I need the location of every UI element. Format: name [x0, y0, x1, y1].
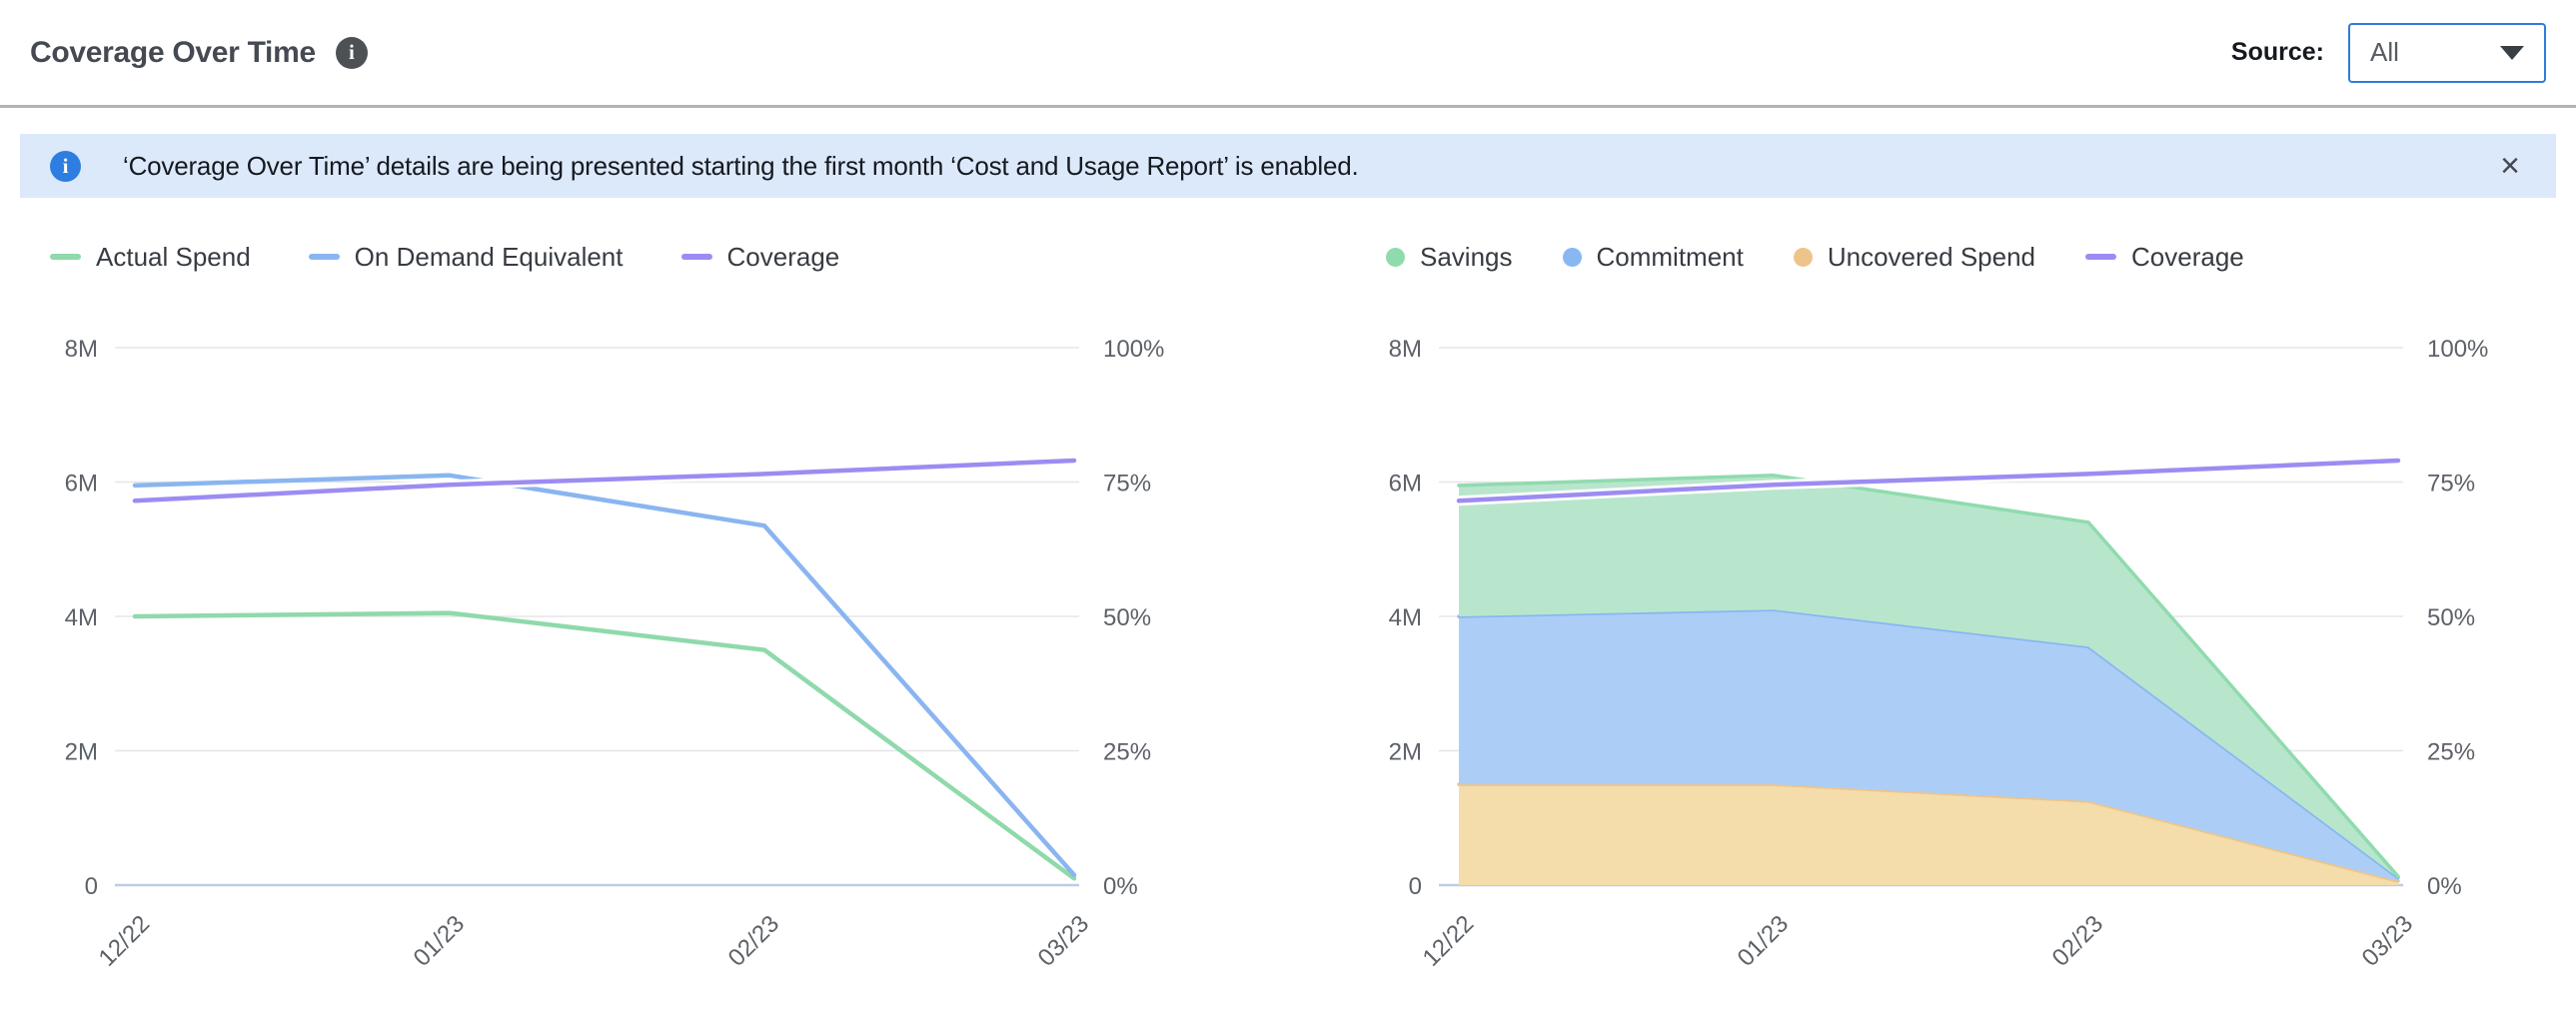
line-actual-spend [135, 613, 1074, 879]
legend-swatch-commitment [1563, 248, 1582, 267]
panel-header: Coverage Over Time i Source: All [0, 0, 2576, 108]
x-axis-tick-label: 02/23 [2047, 910, 2109, 972]
legend-label: Savings [1420, 242, 1513, 273]
y-axis-tick-label: 8M [1389, 336, 1422, 363]
x-axis-tick-label: 03/23 [1033, 910, 1095, 972]
legend-item-commitment: Commitment [1563, 242, 1744, 273]
legend-label: On Demand Equivalent [355, 242, 624, 273]
area-chart-legend: Savings Commitment Uncovered Spend Coverage [1344, 236, 2573, 278]
y-axis-tick-label: 8M [65, 336, 98, 363]
pct-axis-tick-label: 50% [1103, 604, 1151, 631]
y-axis-tick-label: 4M [1389, 604, 1422, 631]
legend-label: Coverage [2131, 242, 2244, 273]
coverage-area-chart: Savings Commitment Uncovered Spend Coverage… [1344, 236, 2573, 1007]
legend-swatch-on-demand-equivalent [309, 254, 340, 260]
chevron-down-icon [2500, 46, 2524, 60]
legend-label: Coverage [727, 242, 840, 273]
legend-item-coverage: Coverage [2085, 242, 2244, 273]
x-axis-tick-label: 01/23 [409, 910, 471, 972]
legend-item-actual-spend: Actual Spend [50, 242, 251, 273]
info-icon: i [50, 151, 81, 182]
line-on-demand-equivalent [135, 476, 1074, 875]
x-axis-tick-label: 12/22 [1418, 910, 1480, 972]
legend-swatch-uncovered-spend [1794, 248, 1813, 267]
x-axis-tick-label: 02/23 [723, 910, 785, 972]
y-axis-tick-label: 0 [1409, 873, 1422, 900]
pct-axis-tick-label: 100% [2427, 336, 2488, 363]
area-chart-canvas[interactable]: 0 2M 4M 6M 8M 0% 25% 50% 75% 100% 12/22 01/23 02/23 0… [1344, 278, 2573, 1007]
charts-row: Actual Spend On Demand Equivalent Coverage… [0, 236, 2576, 1007]
legend-item-uncovered-spend: Uncovered Spend [1794, 242, 2035, 273]
legend-swatch-coverage [681, 254, 712, 260]
legend-swatch-actual-spend [50, 254, 81, 260]
legend-swatch-coverage [2085, 254, 2116, 260]
y-axis-tick-label: 4M [65, 604, 98, 631]
line-chart-canvas[interactable]: 0 2M 4M 6M 8M 0% 25% 50% 75% 100% 12/22 01/23 02/23 0… [20, 278, 1249, 1007]
source-label: Source: [2231, 38, 2324, 67]
line-chart-legend: Actual Spend On Demand Equivalent Coverage [20, 236, 1249, 278]
legend-item-on-demand-equivalent: On Demand Equivalent [309, 242, 624, 273]
pct-axis-tick-label: 50% [2427, 604, 2475, 631]
page-title: Coverage Over Time [30, 36, 316, 70]
y-axis-tick-label: 2M [65, 739, 98, 766]
pct-axis-tick-label: 75% [1103, 471, 1151, 498]
source-select-value: All [2370, 37, 2399, 68]
info-banner: i ‘Coverage Over Time’ details are being… [20, 134, 2556, 198]
y-axis-tick-label: 0 [85, 873, 98, 900]
pct-axis-tick-label: 0% [1103, 873, 1138, 900]
x-axis-tick-label: 03/23 [2357, 910, 2419, 972]
legend-swatch-savings [1386, 248, 1405, 267]
legend-item-savings: Savings [1386, 242, 1513, 273]
y-axis-tick-label: 6M [65, 471, 98, 498]
pct-axis-tick-label: 25% [2427, 739, 2475, 766]
pct-axis-tick-label: 25% [1103, 739, 1151, 766]
close-icon[interactable]: × [2494, 149, 2526, 183]
coverage-line-chart: Actual Spend On Demand Equivalent Coverage… [20, 236, 1249, 1007]
legend-item-coverage: Coverage [681, 242, 840, 273]
info-icon[interactable]: i [336, 37, 368, 69]
x-axis-tick-label: 12/22 [94, 910, 156, 972]
pct-axis-tick-label: 75% [2427, 471, 2475, 498]
source-select[interactable]: All [2348, 23, 2546, 83]
y-axis-tick-label: 2M [1389, 739, 1422, 766]
x-axis-tick-label: 01/23 [1733, 910, 1795, 972]
y-axis-tick-label: 6M [1389, 471, 1422, 498]
legend-label: Uncovered Spend [1828, 242, 2035, 273]
pct-axis-tick-label: 0% [2427, 873, 2462, 900]
banner-message: ‘Coverage Over Time’ details are being p… [123, 151, 1358, 182]
legend-label: Commitment [1597, 242, 1744, 273]
legend-label: Actual Spend [96, 242, 251, 273]
pct-axis-tick-label: 100% [1103, 336, 1164, 363]
